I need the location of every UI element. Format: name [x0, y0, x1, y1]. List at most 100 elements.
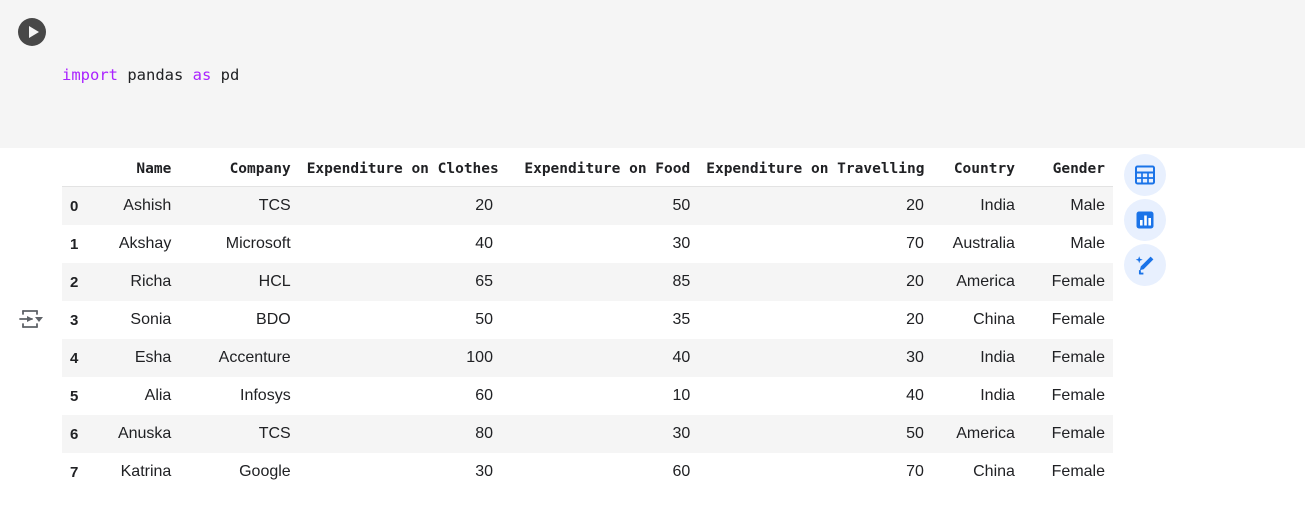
row-index: 4: [70, 349, 79, 367]
table-row: 4 Esha Accenture 100 40 30 India Female: [62, 339, 1113, 377]
cell-travelling: 20: [906, 311, 924, 328]
cell-clothes: 65: [475, 273, 493, 290]
column-header-travelling: Expenditure on Travelling: [698, 156, 932, 187]
column-header-food: Expenditure on Food: [500, 156, 699, 187]
table-row: 5 Alia Infosys 60 10 40 India Female: [62, 377, 1113, 415]
column-header-index: [62, 156, 89, 187]
dataframe-table: Name Company Expenditure on Clothes Expe…: [62, 156, 1113, 491]
table-row: 7 Katrina Google 30 60 70 China Female: [62, 453, 1113, 491]
cell-clothes: 30: [475, 463, 493, 480]
row-index: 2: [70, 273, 79, 291]
row-index: 6: [70, 425, 79, 443]
table-row: 0 Ashish TCS 20 50 20 India Male: [62, 186, 1113, 225]
table-body: 0 Ashish TCS 20 50 20 India Male 1 Aksha…: [62, 186, 1113, 491]
cell-travelling: 20: [906, 273, 924, 290]
cell-clothes: 100: [466, 349, 493, 366]
cell-company: HCL: [258, 273, 291, 290]
code-token-keyword: import: [62, 66, 118, 84]
cell-output: Name Company Expenditure on Clothes Expe…: [0, 148, 1305, 516]
code-token: pd: [211, 66, 240, 84]
cell-country: America: [956, 273, 1015, 290]
column-header-gender: Gender: [1022, 156, 1113, 187]
output-toggle-icon[interactable]: [16, 306, 46, 332]
output-action-icons: [1124, 154, 1168, 289]
dataframe-table-wrap: Name Company Expenditure on Clothes Expe…: [62, 156, 1113, 491]
table-row: 1 Akshay Microsoft 40 30 70 Australia Ma…: [62, 225, 1113, 263]
code-line: import pandas as pd: [62, 64, 426, 88]
table-row: 2 Richa HCL 65 85 20 America Female: [62, 263, 1113, 301]
column-header-company: Company: [179, 156, 299, 187]
cell-travelling: 20: [906, 197, 924, 214]
cell-company: BDO: [256, 311, 291, 328]
play-icon: [28, 26, 39, 38]
cell-clothes: 60: [475, 387, 493, 404]
cell-food: 30: [672, 235, 691, 252]
cell-gender: Female: [1051, 463, 1105, 480]
table-grid-icon: [1135, 165, 1155, 185]
cell-travelling: 70: [906, 463, 924, 480]
cell-name: Esha: [134, 349, 172, 366]
run-cell-button[interactable]: [18, 18, 46, 46]
cell-food: 85: [672, 273, 691, 290]
cell-food: 35: [672, 311, 691, 328]
row-index: 7: [70, 463, 79, 481]
cell-name: Richa: [130, 273, 172, 290]
cell-food: 10: [672, 387, 691, 404]
table-row: 3 Sonia BDO 50 35 20 China Female: [62, 301, 1113, 339]
cell-clothes: 40: [475, 235, 493, 252]
code-token-keyword: as: [192, 66, 212, 84]
cell-clothes: 50: [475, 311, 493, 328]
cell-name: Akshay: [118, 235, 172, 252]
new-interactive-sheet-button[interactable]: [1124, 154, 1166, 196]
cell-travelling: 40: [906, 387, 924, 404]
cell-gender: Female: [1051, 311, 1105, 328]
cell-country: China: [973, 463, 1015, 480]
row-index: 1: [70, 235, 79, 253]
cell-food: 60: [672, 463, 691, 480]
cell-gender: Female: [1051, 387, 1105, 404]
cell-country: Australia: [952, 235, 1015, 252]
cell-food: 40: [672, 349, 691, 366]
cell-name: Anuska: [117, 425, 172, 442]
cell-clothes: 80: [475, 425, 493, 442]
cell-gender: Male: [1070, 235, 1105, 252]
bar-chart-icon: [1136, 211, 1154, 229]
cell-gender: Female: [1051, 425, 1105, 442]
cell-company: TCS: [258, 197, 291, 214]
cell-travelling: 50: [906, 425, 924, 442]
magic-wand-pencil-icon: [1135, 256, 1154, 275]
table-header: Name Company Expenditure on Clothes Expe…: [62, 156, 1113, 187]
cell-food: 50: [672, 197, 691, 214]
row-index: 3: [70, 311, 79, 329]
cell-company: Infosys: [240, 387, 291, 404]
cell-company: Microsoft: [225, 235, 291, 252]
cell-name: Ashish: [123, 197, 172, 214]
cell-travelling: 70: [906, 235, 924, 252]
row-index: 0: [70, 197, 79, 215]
table-row: 6 Anuska TCS 80 30 50 America Female: [62, 415, 1113, 453]
column-header-clothes: Expenditure on Clothes: [298, 156, 501, 187]
cell-company: Accenture: [218, 349, 291, 366]
cell-country: China: [973, 311, 1015, 328]
suggest-charts-button[interactable]: [1124, 199, 1166, 241]
table-header-row: Name Company Expenditure on Clothes Expe…: [62, 156, 1113, 187]
cell-name: Alia: [144, 387, 172, 404]
cell-gender: Female: [1051, 273, 1105, 290]
cell-clothes: 20: [475, 197, 493, 214]
cell-food: 30: [672, 425, 691, 442]
cell-company: Google: [239, 463, 291, 480]
cell-company: TCS: [258, 425, 291, 442]
column-header-name: Name: [88, 156, 180, 187]
generate-code-button[interactable]: [1124, 244, 1166, 286]
cell-country: America: [956, 425, 1015, 442]
code-token: pandas: [118, 66, 193, 84]
cell-gender: Female: [1051, 349, 1105, 366]
cell-travelling: 30: [906, 349, 924, 366]
cell-country: India: [980, 349, 1015, 366]
cell-country: India: [980, 387, 1015, 404]
cell-gender: Male: [1070, 197, 1105, 214]
cell-country: India: [980, 197, 1015, 214]
code-cell: import pandas as pd # Read the data, and…: [0, 0, 1305, 366]
row-index: 5: [70, 387, 79, 405]
column-header-country: Country: [931, 156, 1023, 187]
